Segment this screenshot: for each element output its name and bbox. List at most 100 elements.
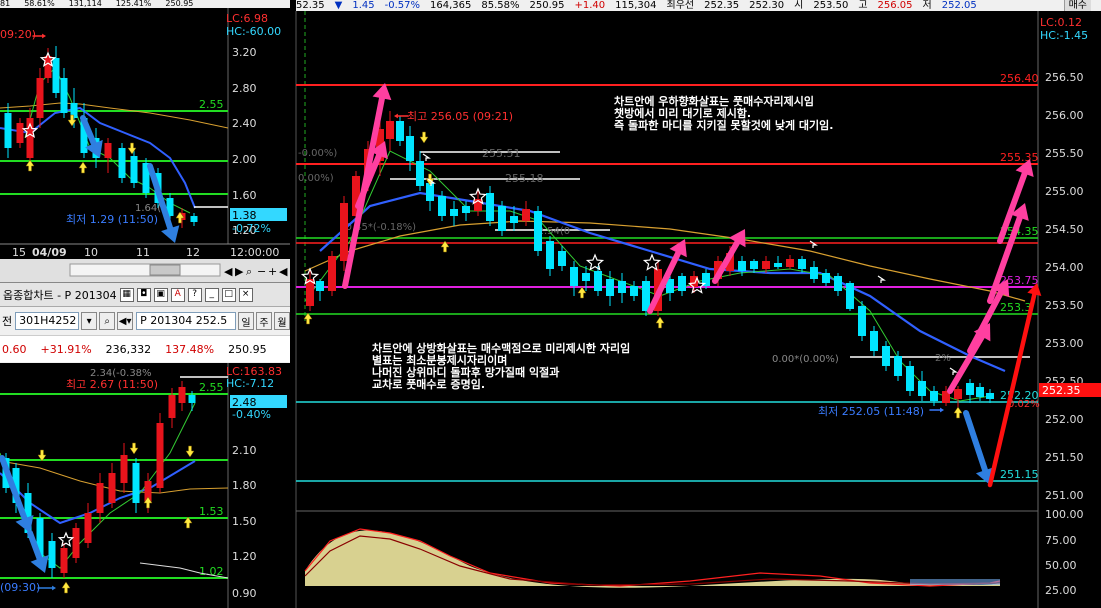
y-tick-4: 1.60 <box>232 189 257 202</box>
main-candle-body-27 <box>618 281 626 293</box>
option-chart-window: 옵종합차트 - P 201304 ▦ ◘ ▣ A ? _ □ × 전 301H4… <box>0 282 290 363</box>
axis-tick-11: 251.00 <box>1045 489 1084 502</box>
buy-button[interactable]: 매수 <box>1063 0 1091 11</box>
brush-icon[interactable]: A <box>170 287 185 302</box>
price-box-text: 1.38 <box>232 209 257 222</box>
speaker-icon[interactable]: ◀▾ <box>117 312 134 330</box>
quote-item-14: 고 <box>858 0 868 11</box>
main-candle-body-46 <box>846 283 854 309</box>
left-upper-candle-body-0 <box>4 113 12 148</box>
main-candle-body-45 <box>834 276 842 291</box>
camera-icon[interactable]: ◘ <box>136 287 151 302</box>
left-lower-candle-body-6 <box>72 528 80 558</box>
main-candle-body-39 <box>762 261 770 269</box>
axis-tick-2: 255.50 <box>1045 147 1084 160</box>
main-candle-body-22 <box>558 251 566 266</box>
x-tick-1: 04/09 <box>32 246 67 259</box>
osc-tick-3: 25.00 <box>1045 584 1077 597</box>
search-icon[interactable]: ⌕ <box>99 312 116 330</box>
quote-item-7: +1.40 <box>574 0 606 11</box>
quote-item-15: 256.05 <box>877 0 913 11</box>
left-quote-item-0: 81 <box>0 0 11 8</box>
left-lower-candle-body-5 <box>60 548 68 573</box>
scroll-right-icon[interactable]: ▶ <box>235 265 244 278</box>
left-lower-candle-body-4 <box>48 541 56 568</box>
zoom-out-icon[interactable]: − <box>257 265 266 278</box>
note-top-line-3: 즉 돌파한 마디를 지키질 못할것에 낮게 대기임. <box>614 119 834 132</box>
small-label: 2.34(-0.38% <box>90 368 152 379</box>
x-time-label: 12:00:00 <box>230 246 279 259</box>
left-lower-candle-body-16 <box>188 395 196 403</box>
quote-item-9: 최우선 <box>666 0 695 11</box>
period-week-button[interactable]: 주 <box>256 312 272 330</box>
main-candle-body-56 <box>966 383 974 395</box>
quote-item-6: 250.95 <box>529 0 565 11</box>
main-candle-body-43 <box>810 267 818 279</box>
main-candle-body-21 <box>546 241 554 269</box>
dropdown-icon[interactable]: ▾ <box>81 312 98 330</box>
level-label-0: 2.55 <box>199 381 224 394</box>
main-candle-body-29 <box>642 281 650 311</box>
collapse-icon[interactable]: ◀ <box>279 265 288 278</box>
main-candle-body-47 <box>858 306 866 336</box>
main-candle-body-8 <box>396 121 404 141</box>
left-upper-option-chart[interactable]: LC:6.98HC:-60.003.202.802.402.001.601.20… <box>0 8 290 282</box>
x-tick-3: 11 <box>136 246 150 259</box>
quote-item-16: 저 <box>922 0 932 11</box>
main-candle-body-7 <box>386 121 394 139</box>
lock-icon[interactable]: ▣ <box>153 287 168 302</box>
main-candle-body-3 <box>340 203 348 261</box>
code-prefix: 전 <box>2 315 13 328</box>
left-upper-candle-body-17 <box>190 216 198 222</box>
tag-label-8: 0.02% <box>1008 399 1040 410</box>
main-candle-body-40 <box>774 263 782 267</box>
left-upper-candle-body-1 <box>16 123 24 143</box>
high-label: 최고 2.67 (11:50) <box>66 378 158 391</box>
code-input[interactable]: 301H4252 <box>15 312 80 330</box>
left-quote-item-2: 131,114 <box>68 0 102 8</box>
option-change-pct: +31.91% <box>40 342 92 356</box>
y-tick-3: 2.00 <box>232 153 257 166</box>
high-label: 최고 256.05 (09:21) <box>407 110 513 123</box>
option-volume-ratio: 137.48% <box>165 342 215 356</box>
zoom-icon[interactable]: ⌕ <box>246 265 252 278</box>
time-label: (09:30) <box>0 581 40 594</box>
chart-icon[interactable]: ▦ <box>119 287 134 302</box>
x-tick-0: 15 <box>12 246 26 259</box>
main-candle-body-14 <box>462 206 470 213</box>
y-tick-2: 2.40 <box>232 117 257 130</box>
x-tick-2: 10 <box>84 246 98 259</box>
main-candle-body-2 <box>328 256 336 291</box>
quote-item-11: 252.30 <box>749 0 785 11</box>
annotation-note-bottom: 차트안에 상방화살표는 매수맥점으로 미리제시한 자리임 별표는 최소분봉제시자… <box>372 343 630 391</box>
main-candle-body-25 <box>594 271 602 291</box>
scroll-left-icon[interactable]: ◀ <box>224 265 233 278</box>
level-label-5: 253.3 <box>1000 301 1032 314</box>
left-upper-candle-body-6 <box>60 78 68 113</box>
main-candle-body-28 <box>630 286 638 296</box>
minimize-icon[interactable]: _ <box>204 287 219 302</box>
main-candle-body-20 <box>534 211 542 251</box>
scrollbar-track <box>69 263 221 277</box>
level-label-0: 2.55 <box>199 98 224 111</box>
zoom-in-icon[interactable]: + <box>268 265 277 278</box>
left-quote-item-1: 58.61% <box>24 0 55 8</box>
y-tick-4: 0.90 <box>232 587 257 600</box>
left-lower-candle-body-13 <box>156 423 164 488</box>
quote-item-10: 252.35 <box>704 0 740 11</box>
period-month-button[interactable]: 월 <box>274 312 290 330</box>
left-upper-candle-body-3 <box>36 78 44 118</box>
main-candle-body-12 <box>438 196 446 216</box>
help-icon[interactable]: ? <box>187 287 202 302</box>
left-lower-candle-body-11 <box>132 463 140 503</box>
tag-label-4: 0.00%) <box>298 173 334 184</box>
quote-item-2: 1.45 <box>352 0 375 11</box>
quote-item-1: ▼ <box>334 0 343 11</box>
left-lower-option-chart[interactable]: LC:163.83HC:-7.122.101.801.501.200.902.5… <box>0 363 290 608</box>
quote-item-12: 시 <box>794 0 804 11</box>
left-lower-candle-body-9 <box>108 473 116 503</box>
maximize-icon[interactable]: □ <box>221 287 236 302</box>
close-icon[interactable]: × <box>238 287 253 302</box>
main-candle-body-44 <box>822 273 830 283</box>
period-day-button[interactable]: 일 <box>238 312 254 330</box>
